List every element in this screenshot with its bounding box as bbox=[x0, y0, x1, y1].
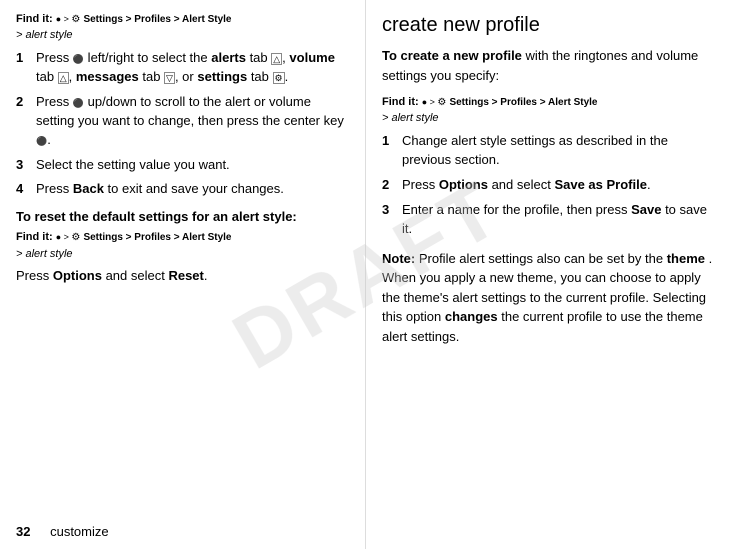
note-theme: theme bbox=[667, 251, 705, 266]
step-1-right: 1 Change alert style settings as describ… bbox=[382, 132, 717, 170]
alert-style-right: > alert style bbox=[382, 112, 717, 124]
step-content-3-left: Select the setting value you want. bbox=[36, 156, 349, 175]
alert-style-left: > alert style bbox=[16, 29, 349, 41]
step-2-left: 2 Press ⚫ up/down to scroll to the alert… bbox=[16, 93, 349, 150]
step-number-2-left: 2 bbox=[16, 93, 36, 150]
step-number-3-left: 3 bbox=[16, 156, 36, 175]
right-column: create new profile To create a new profi… bbox=[366, 0, 733, 549]
step-number-1-left: 1 bbox=[16, 49, 36, 87]
step-3-right: 3 Enter a name for the profile, then pre… bbox=[382, 201, 717, 239]
settings-icon-left2: ⚙ bbox=[71, 232, 80, 243]
left-column: Find it: ● > ⚙ Settings > Profiles > Ale… bbox=[0, 0, 366, 549]
nav-dot-left: ● > bbox=[56, 14, 72, 24]
alert-style-left2: > alert style bbox=[16, 248, 349, 260]
note-block: Note: Profile alert settings also can be… bbox=[382, 249, 717, 347]
step-3-left: 3 Select the setting value you want. bbox=[16, 156, 349, 175]
settings-icon-left: ⚙ bbox=[71, 14, 80, 25]
step-1-left: 1 Press ⚫ left/right to select the alert… bbox=[16, 49, 349, 87]
step-content-2-right: Press Options and select Save as Profile… bbox=[402, 176, 717, 195]
find-it-header-left2: Find it: ● > ⚙ Settings > Profiles > Ale… bbox=[16, 230, 349, 245]
step-content-3-right: Enter a name for the profile, then press… bbox=[402, 201, 717, 239]
find-it-label-left: Find it: bbox=[16, 13, 53, 25]
find-it-label-right: Find it: bbox=[382, 96, 419, 108]
nav-path-right: Settings > Profiles > Alert Style bbox=[449, 97, 597, 108]
nav-dot-right: ● > bbox=[422, 97, 438, 107]
find-it-header-right: Find it: ● > ⚙ Settings > Profiles > Ale… bbox=[382, 95, 717, 110]
step-content-4-left: Press Back to exit and save your changes… bbox=[36, 180, 349, 199]
step-number-4-left: 4 bbox=[16, 180, 36, 199]
page-label: customize bbox=[50, 524, 109, 539]
step-number-2-right: 2 bbox=[382, 176, 402, 195]
step-content-1-left: Press ⚫ left/right to select the alerts … bbox=[36, 49, 349, 87]
find-it-label-left2: Find it: bbox=[16, 231, 53, 243]
page-number: 32 bbox=[16, 524, 30, 539]
settings-icon-right: ⚙ bbox=[437, 97, 446, 108]
step-content-1-right: Change alert style settings as described… bbox=[402, 132, 717, 170]
nav-path-left2: Settings > Profiles > Alert Style bbox=[83, 232, 231, 243]
note-text: Profile alert settings also can be set b… bbox=[419, 251, 667, 266]
step-number-1-right: 1 bbox=[382, 132, 402, 170]
page-footer: 32 customize bbox=[16, 524, 109, 539]
note-changes: changes bbox=[445, 309, 498, 324]
steps-list-left: 1 Press ⚫ left/right to select the alert… bbox=[16, 49, 349, 199]
step-number-3-right: 3 bbox=[382, 201, 402, 239]
steps-list-right: 1 Change alert style settings as describ… bbox=[382, 132, 717, 238]
intro-text: To create a new profile with the rington… bbox=[382, 46, 717, 85]
nav-dot-left2: ● > bbox=[56, 232, 72, 242]
find-it-header-left: Find it: ● > ⚙ Settings > Profiles > Ale… bbox=[16, 12, 349, 27]
step-content-2-left: Press ⚫ up/down to scroll to the alert o… bbox=[36, 93, 349, 150]
nav-path-left: Settings > Profiles > Alert Style bbox=[83, 14, 231, 25]
reset-heading: To reset the default settings for an ale… bbox=[16, 209, 349, 224]
note-label: Note: bbox=[382, 251, 415, 266]
step-2-right: 2 Press Options and select Save as Profi… bbox=[382, 176, 717, 195]
section-title: create new profile bbox=[382, 12, 717, 38]
intro-bold: To create a new profile bbox=[382, 48, 522, 63]
reset-instruction: Press Options and select Reset. bbox=[16, 268, 349, 283]
step-4-left: 4 Press Back to exit and save your chang… bbox=[16, 180, 349, 199]
